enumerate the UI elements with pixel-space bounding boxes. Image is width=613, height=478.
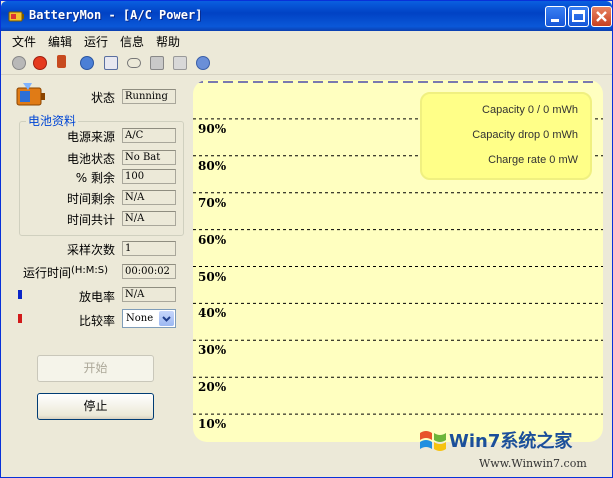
percent-remaining-value: 100 (122, 169, 176, 184)
battery-monitor-window: BatteryMon - [A/C Power] 文件 编辑 运行 信息 帮助 (0, 0, 613, 478)
menu-info[interactable]: 信息 (120, 33, 144, 50)
tools-icon[interactable] (150, 56, 164, 70)
compare-rate-select[interactable]: None (122, 309, 176, 328)
battery-state-label: 电池状态 (66, 152, 115, 166)
battery-status-icon (16, 83, 45, 106)
y-tick-label: 30% (198, 343, 227, 358)
close-button[interactable] (591, 6, 612, 27)
y-tick-label: 20% (198, 380, 227, 395)
percent-remaining-label: % 剩余 (75, 171, 115, 185)
power-source-value: A/C (122, 128, 176, 143)
stop-button[interactable]: 停止 (37, 393, 154, 420)
minimize-button[interactable] (545, 6, 566, 27)
time-remaining-label: 时间剩余 (66, 192, 115, 206)
maximize-icon (572, 10, 585, 22)
runtime-label: 运行时间 (23, 266, 72, 280)
compare-rate-selected: None (126, 313, 154, 324)
sample-count-label: 采样次数 (66, 243, 115, 257)
title-bar[interactable]: BatteryMon - [A/C Power] (1, 1, 612, 31)
info-icon[interactable] (80, 56, 94, 70)
y-tick-label: 40% (198, 306, 227, 321)
battery-app-icon (8, 11, 24, 22)
menu-file[interactable]: 文件 (12, 33, 36, 50)
time-remaining-value: N/A (122, 190, 176, 205)
start-button[interactable]: 开始 (37, 355, 154, 382)
menu-run[interactable]: 运行 (84, 33, 108, 50)
y-tick-label: 10% (198, 417, 227, 432)
discharge-rate-label: 放电率 (78, 290, 115, 304)
y-tick-label: 90% (198, 121, 227, 136)
toolbar (1, 50, 612, 75)
discharge-color-marker (18, 290, 22, 299)
power-source-label: 电源来源 (66, 130, 115, 144)
watermark-url: Www.Winwin7.com (479, 457, 587, 470)
link-icon[interactable] (127, 58, 141, 68)
sample-count-value: 1 (122, 241, 176, 256)
watermark-text: Win7系统之家 (449, 431, 573, 452)
battery-icon[interactable] (57, 55, 66, 68)
wizard-icon[interactable] (173, 56, 187, 70)
capacity-text: Capacity 0 / 0 mWh (482, 104, 578, 116)
compare-color-marker (18, 314, 22, 323)
menu-help[interactable]: 帮助 (156, 33, 180, 50)
minimize-icon (551, 19, 559, 22)
y-tick-label: 60% (198, 232, 227, 247)
y-tick-label: 50% (198, 269, 227, 284)
clipboard-icon[interactable] (104, 56, 118, 70)
battery-chart: Capacity 0 / 0 mWh Capacity drop 0 mWh C… (193, 80, 603, 442)
y-tick-label: 70% (198, 195, 227, 210)
windows-logo-icon (420, 431, 446, 451)
runtime-format: (H:M:S) (71, 265, 109, 276)
close-icon (596, 11, 607, 22)
time-total-label: 时间共计 (66, 213, 115, 227)
window-title: BatteryMon - [A/C Power] (29, 8, 203, 22)
menu-bar: 文件 编辑 运行 信息 帮助 (1, 31, 612, 50)
charge-rate-text: Charge rate 0 mW (488, 154, 578, 166)
battery-group-title: 电池资料 (26, 112, 79, 129)
status-value: Running (122, 89, 176, 104)
options-icon[interactable] (12, 56, 26, 70)
runtime-value: 00:00:02 (122, 264, 176, 279)
capacity-drop-text: Capacity drop 0 mWh (472, 129, 578, 141)
battery-state-value: No Bat (122, 150, 176, 165)
menu-edit[interactable]: 编辑 (48, 33, 72, 50)
compare-rate-label: 比较率 (78, 314, 115, 328)
time-total-value: N/A (122, 211, 176, 226)
watermark: Win7系统之家 Www.Winwin7.com (417, 423, 612, 477)
chevron-down-icon[interactable] (159, 311, 174, 326)
discharge-rate-value: N/A (122, 287, 176, 302)
maximize-button[interactable] (568, 6, 589, 27)
stop-icon[interactable] (33, 56, 47, 70)
chart-info-panel: Capacity 0 / 0 mWh Capacity drop 0 mWh C… (420, 92, 592, 180)
status-label: 状态 (90, 91, 115, 105)
help-icon[interactable] (196, 56, 210, 70)
y-tick-label: 80% (198, 158, 227, 173)
